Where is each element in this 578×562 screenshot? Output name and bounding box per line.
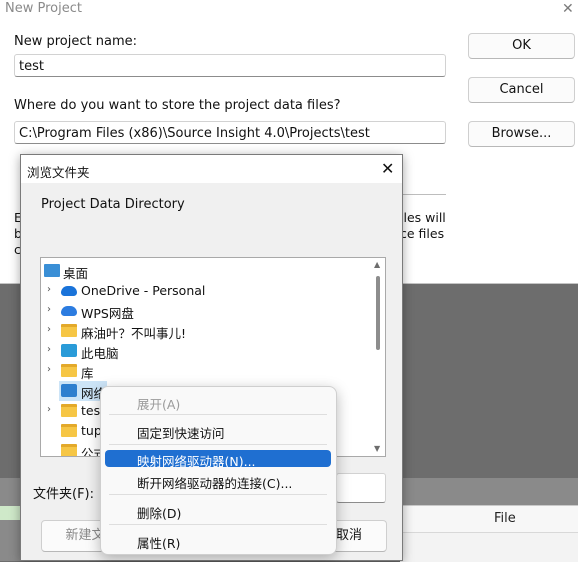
tree-item-label: 此电脑: [81, 346, 119, 361]
folder-input[interactable]: [336, 473, 386, 503]
new-project-title: New Project: [5, 1, 82, 16]
tree-item-label: OneDrive - Personal: [81, 283, 206, 298]
group-divider: [402, 194, 446, 195]
close-icon[interactable]: ✕: [562, 1, 574, 17]
chevron-right-icon[interactable]: ›: [47, 324, 51, 335]
file-column-header[interactable]: File: [494, 511, 516, 526]
cloud-icon: [61, 286, 77, 296]
folder-icon: [61, 364, 77, 377]
chevron-right-icon[interactable]: ›: [47, 304, 51, 315]
tree-item-desktop[interactable]: 桌面: [41, 261, 381, 281]
project-path-input[interactable]: C:\Program Files (x86)\Source Insight 4.…: [14, 121, 446, 144]
scroll-up-icon[interactable]: ▲: [374, 260, 380, 269]
folder-icon: [61, 424, 77, 437]
menu-item-delete[interactable]: 删除(D): [105, 500, 331, 521]
browse-folder-titlebar: 浏览文件夹 ✕: [21, 155, 402, 183]
menu-item-expand[interactable]: 展开(A): [105, 391, 331, 412]
tree-item-wps[interactable]: › WPS网盘: [41, 301, 381, 321]
tree-item-onedrive[interactable]: › OneDrive - Personal: [41, 281, 381, 301]
browse-folder-title: 浏览文件夹: [27, 165, 90, 180]
context-menu: 展开(A) 固定到快速访问 映射网络驱动器(N)... 断开网络驱动器的连接(C…: [100, 386, 337, 555]
menu-item-label: 属性(R): [137, 536, 181, 551]
ok-button[interactable]: OK: [468, 33, 575, 59]
menu-item-label: 删除(D): [137, 506, 182, 521]
occluded-text-right-2: ce files: [400, 226, 445, 241]
computer-icon: [61, 344, 77, 357]
background-table-header[interactable]: File: [402, 506, 578, 533]
menu-item-label: 固定到快速访问: [137, 426, 225, 441]
menu-item-pin-quick-access[interactable]: 固定到快速访问: [105, 420, 331, 441]
project-name-label: New project name:: [14, 34, 137, 49]
menu-separator: [109, 524, 327, 525]
folder-icon: [61, 324, 77, 337]
scroll-down-icon[interactable]: ▼: [374, 444, 380, 453]
chevron-right-icon[interactable]: ›: [47, 284, 51, 295]
menu-item-label: 映射网络驱动器(N)...: [137, 454, 256, 469]
tree-item-this-pc[interactable]: › 此电脑: [41, 341, 381, 361]
tree-scrollbar[interactable]: ▲ ▼: [371, 258, 385, 456]
cloud-icon: [61, 306, 77, 316]
scrollbar-thumb[interactable]: [376, 276, 380, 350]
tree-item-folder-mayouye[interactable]: › 麻油叶？不叫事儿!: [41, 321, 381, 341]
network-icon: [61, 384, 77, 397]
menu-separator: [109, 414, 327, 415]
desktop-icon: [44, 264, 60, 277]
tree-item-libraries[interactable]: › 库: [41, 361, 381, 381]
folder-field-label: 文件夹(F):: [33, 487, 95, 502]
menu-separator: [109, 494, 327, 495]
menu-separator: [109, 444, 327, 445]
store-location-label: Where do you want to store the project d…: [14, 98, 341, 113]
menu-item-map-network-drive[interactable]: 映射网络驱动器(N)...: [105, 450, 331, 469]
folder-icon: [61, 444, 77, 456]
menu-item-properties[interactable]: 属性(R): [105, 530, 331, 551]
browse-description: Project Data Directory: [41, 197, 185, 212]
folder-icon: [61, 404, 77, 417]
project-name-input[interactable]: test: [14, 54, 446, 77]
menu-item-disconnect-network-drive[interactable]: 断开网络驱动器的连接(C)...: [105, 470, 331, 491]
cancel-button[interactable]: Cancel: [468, 77, 575, 103]
new-project-titlebar: New Project ✕: [0, 0, 578, 20]
tree-item-label: 麻油叶？不叫事儿!: [81, 326, 187, 341]
menu-item-label: 断开网络驱动器的连接(C)...: [137, 476, 293, 491]
chevron-right-icon[interactable]: ›: [47, 344, 51, 355]
menu-item-label: 展开(A): [137, 397, 181, 412]
chevron-right-icon[interactable]: ›: [47, 364, 51, 375]
close-icon[interactable]: ✕: [381, 159, 394, 178]
chevron-right-icon[interactable]: ›: [47, 404, 51, 415]
tree-item-label: 库: [81, 366, 94, 381]
occluded-text-right-1: iles will: [400, 210, 446, 225]
tree-item-label: 桌面: [63, 266, 89, 281]
browse-button[interactable]: Browse...: [468, 121, 575, 147]
tree-item-label: WPS网盘: [81, 306, 134, 321]
